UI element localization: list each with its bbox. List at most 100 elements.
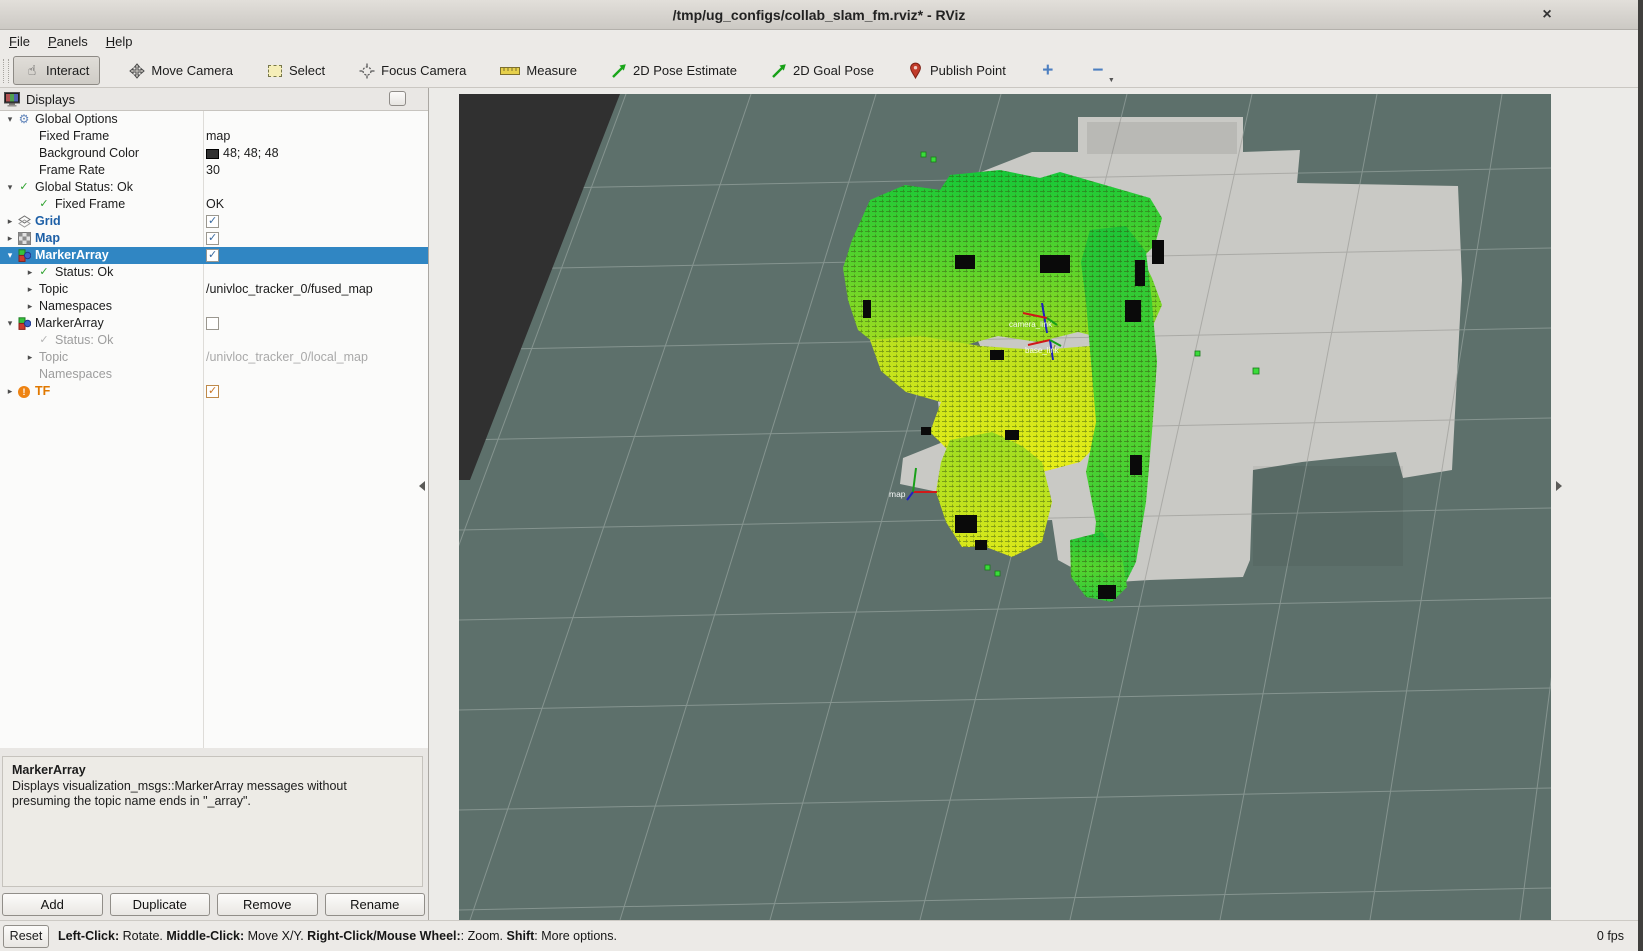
tree-row-6-grid[interactable]: ▸Grid (0, 213, 428, 230)
tool-label: Move Camera (151, 63, 233, 78)
3d-scene: map camera_link base_link (459, 94, 1551, 920)
background-wedge (459, 94, 620, 480)
tool-label: Focus Camera (381, 63, 466, 78)
tree-row-1-fixed-frame[interactable]: Fixed Framemap (0, 128, 428, 145)
enabled-checkbox[interactable] (206, 215, 219, 228)
tree-row-label: Map (32, 230, 60, 247)
expander-icon[interactable]: ▸ (4, 230, 16, 247)
tree-row-7-map[interactable]: ▸ Map (0, 230, 428, 247)
remove-button[interactable]: Remove (217, 893, 318, 916)
selection-box-icon (267, 65, 283, 77)
color-swatch[interactable] (206, 149, 219, 159)
add-button[interactable]: Add (2, 893, 103, 916)
plus-icon: + (1040, 64, 1056, 78)
tool-move-camera[interactable]: Move Camera (118, 57, 244, 85)
tree-row-10-topic[interactable]: ▸Topic/univloc_tracker_0/fused_map (0, 281, 428, 298)
dropdown-caret-icon[interactable]: ▼ (1108, 77, 1115, 84)
description-title: MarkerArray (12, 763, 413, 777)
tree-row-value[interactable]: map (206, 128, 230, 145)
menu-panels[interactable]: Panels (39, 31, 97, 52)
enabled-checkbox[interactable] (206, 317, 219, 330)
toolbar-grip[interactable] (3, 59, 9, 83)
expander-icon[interactable]: ▸ (4, 213, 16, 230)
tree-row-2-background-color[interactable]: Background Color48; 48; 48 (0, 145, 428, 162)
tree-row-3-frame-rate[interactable]: Frame Rate 30 (0, 162, 428, 179)
tree-row-label: Global Status: Ok (32, 179, 133, 196)
menu-file[interactable]: File (0, 31, 39, 52)
tree-row-15-namespaces[interactable]: Namespaces (0, 366, 428, 383)
tool-select[interactable]: Select (256, 57, 336, 84)
expander-icon[interactable]: ▸ (24, 281, 36, 298)
check-icon: ✓ (36, 196, 52, 213)
tree-row-label: Namespaces (36, 366, 112, 383)
enabled-checkbox[interactable] (206, 385, 219, 398)
hand-cursor-icon: ☝ (24, 62, 40, 79)
menu-help[interactable]: Help (97, 31, 142, 52)
tree-row-16-tf[interactable]: ▸!TF (0, 383, 428, 400)
collapse-right-arrow-icon[interactable] (1556, 481, 1562, 491)
3d-viewport[interactable]: map camera_link base_link (459, 94, 1551, 920)
expander-icon[interactable]: ▾ (4, 247, 16, 264)
description-body: Displays visualization_msgs::MarkerArray… (12, 779, 380, 810)
tree-row-value[interactable]: 30 (206, 162, 220, 179)
focus-crosshair-icon (359, 63, 375, 79)
tool-[interactable]: + (1029, 58, 1067, 84)
tool-label: 2D Goal Pose (793, 63, 874, 78)
tree-row-value[interactable]: /univloc_tracker_0/local_map (206, 349, 368, 366)
tool-2d-goal-pose[interactable]: 2D Goal Pose (760, 57, 885, 85)
marker-cloud (843, 170, 1162, 602)
displays-icon (4, 92, 20, 107)
marker-array-icon (16, 317, 32, 330)
tree-row-9-status-ok[interactable]: ▸✓Status: Ok (0, 264, 428, 281)
tool-interact[interactable]: ☝Interact (13, 56, 100, 85)
check-muted-icon: ✓ (36, 332, 52, 349)
enabled-checkbox[interactable] (206, 232, 219, 245)
tree-row-label: Frame Rate (36, 162, 105, 179)
toolbar: ☝Interact Move Camera Select Focus Camera Me… (0, 54, 1638, 88)
duplicate-button[interactable]: Duplicate (110, 893, 211, 916)
displays-panel-header[interactable]: Displays (0, 88, 428, 110)
tree-row-5-fixed-frame[interactable]: ✓Fixed Frame OK (0, 196, 428, 213)
tree-row-label: MarkerArray (32, 315, 104, 332)
tree-row-14-topic[interactable]: ▸Topic/univloc_tracker_0/local_map (0, 349, 428, 366)
goal-arrow-icon (771, 63, 787, 79)
tree-row-4-global-status-ok[interactable]: ▾✓Global Status: Ok (0, 179, 428, 196)
expander-icon[interactable]: ▸ (24, 349, 36, 366)
tool-2d-pose-estimate[interactable]: 2D Pose Estimate (600, 57, 748, 85)
map-shade-patch (1253, 466, 1403, 566)
tree-row-0-global-options[interactable]: ▾⚙Global Options (0, 111, 428, 128)
expander-icon[interactable]: ▸ (24, 264, 36, 281)
status-bar: Reset Left-Click: Rotate. Middle-Click: … (0, 920, 1638, 951)
panel-float-button[interactable] (389, 91, 406, 106)
tool-[interactable]: −▼ (1079, 58, 1117, 84)
close-icon[interactable]: × (1534, 0, 1560, 30)
tool-focus-camera[interactable]: Focus Camera (348, 57, 477, 85)
expander-icon[interactable]: ▸ (24, 298, 36, 315)
tree-row-value[interactable]: OK (206, 196, 224, 213)
expander-icon[interactable]: ▾ (4, 111, 16, 128)
expander-icon[interactable]: ▾ (4, 179, 16, 196)
tool-measure[interactable]: Measure (489, 57, 588, 84)
expander-icon[interactable]: ▸ (4, 383, 16, 400)
ruler-icon (500, 66, 520, 76)
displays-panel-title: Displays (26, 92, 75, 107)
enabled-checkbox[interactable] (206, 249, 219, 262)
tree-row-value[interactable]: /univloc_tracker_0/fused_map (206, 281, 373, 298)
tree-row-label: Fixed Frame (52, 196, 125, 213)
tree-row-12-markerarray[interactable]: ▾ MarkerArray (0, 315, 428, 332)
collapse-left-arrow-icon[interactable] (419, 481, 425, 491)
reset-button[interactable]: Reset (3, 925, 49, 948)
panel-viewport-splitter[interactable] (428, 88, 429, 920)
grid-icon (16, 215, 32, 228)
tool-label: Select (289, 63, 325, 78)
tree-row-value[interactable]: 48; 48; 48 (223, 145, 279, 162)
tree-row-label: MarkerArray (32, 247, 109, 264)
panel-horizontal-splitter[interactable] (0, 748, 428, 755)
tree-row-11-namespaces[interactable]: ▸Namespaces (0, 298, 428, 315)
rename-button[interactable]: Rename (325, 893, 426, 916)
tree-row-13-status-ok[interactable]: ✓Status: Ok (0, 332, 428, 349)
title-bar[interactable]: /tmp/ug_configs/collab_slam_fm.rviz* - R… (0, 0, 1638, 30)
tool-publish-point[interactable]: Publish Point (897, 56, 1017, 85)
tree-row-8-markerarray[interactable]: ▾ MarkerArray (0, 247, 428, 264)
expander-icon[interactable]: ▾ (4, 315, 16, 332)
